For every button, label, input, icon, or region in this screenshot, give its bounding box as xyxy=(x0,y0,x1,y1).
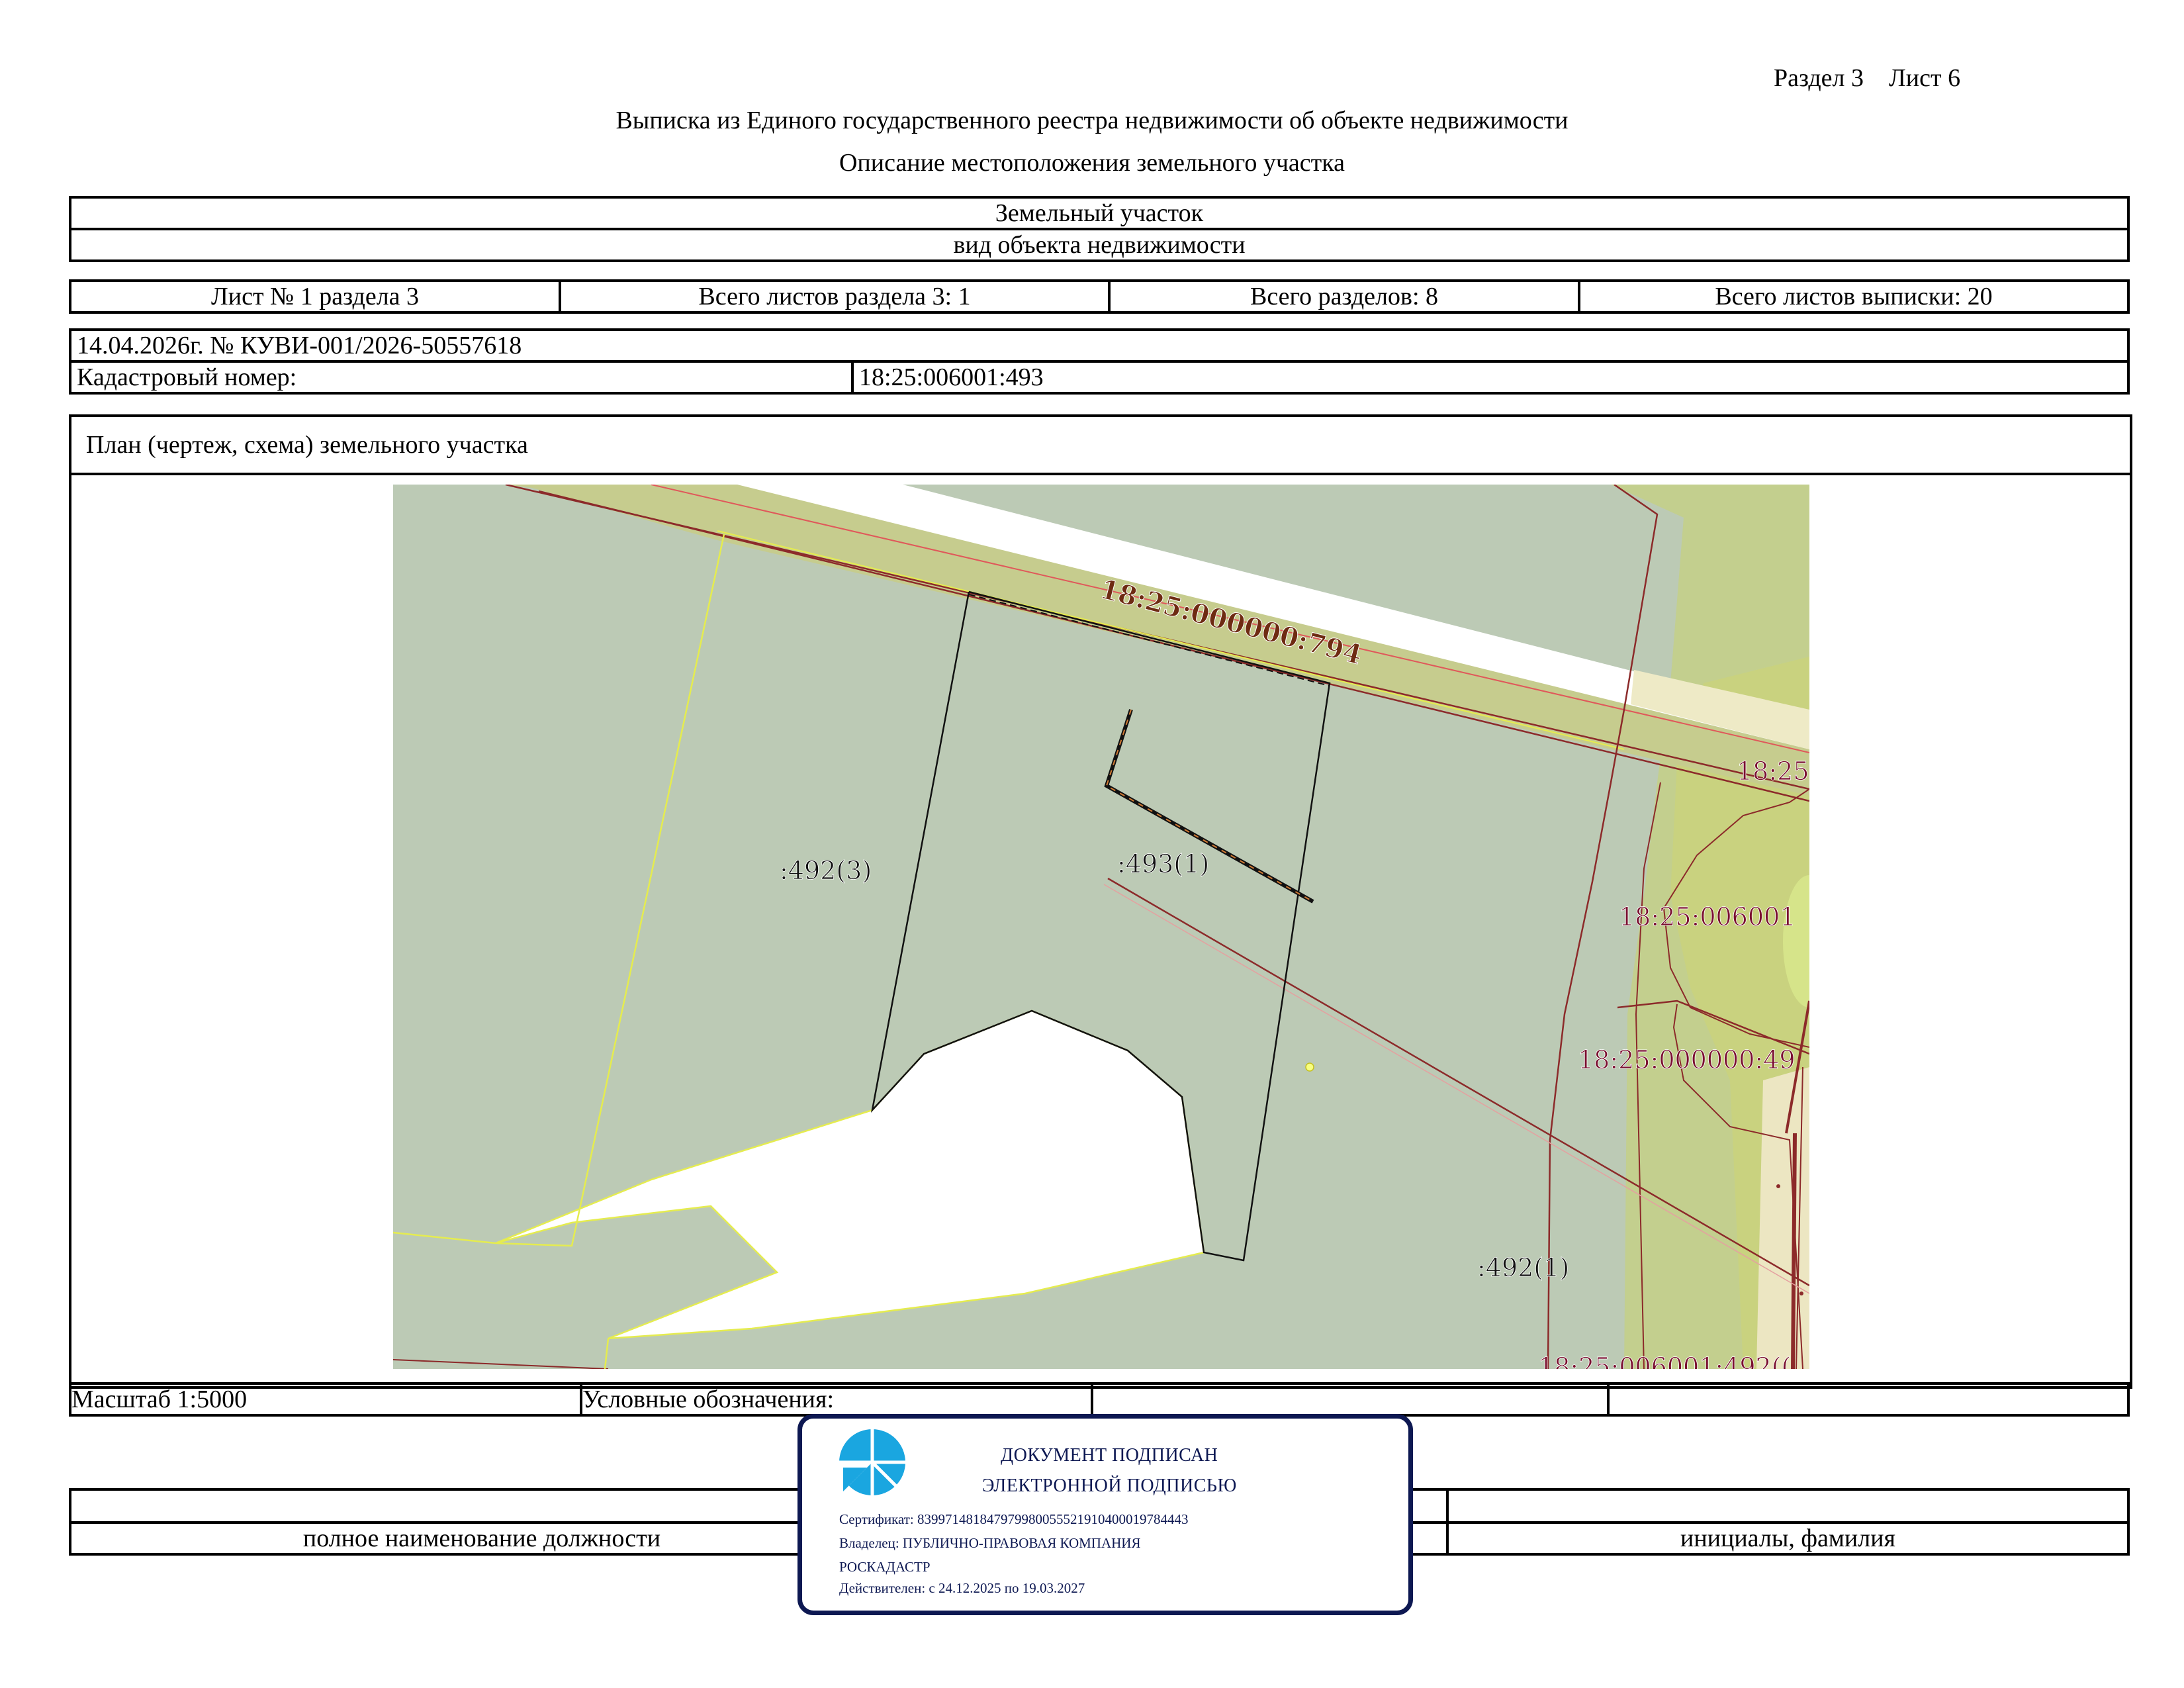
extract-sheets-count: Всего листов выписки: 20 xyxy=(1578,279,2130,314)
cadastral-map[interactable]: 18:25:000000:794 :492(3) :493(1) :492(1)… xyxy=(393,485,1809,1369)
stamp-validity: Действителен: с 24.12.2025 по 19.03.2027 xyxy=(839,1580,1085,1596)
cadastral-number-value: 18:25:006001:493 xyxy=(851,360,2130,395)
record-table: 14.04.2026г. № КУВИ-001/2026-50557618 Ка… xyxy=(69,328,2130,395)
roskadastr-logo-icon xyxy=(839,1429,905,1495)
initials-caption: инициалы, фамилия xyxy=(1446,1521,2130,1556)
section-sheet-label: Раздел 3 Лист 6 xyxy=(1774,64,2038,93)
right-006001-label: 18:25:006001 xyxy=(1619,902,1796,931)
stamp-owner: Владелец: ПУБЛИЧНО-ПРАВОВАЯ КОМПАНИЯ xyxy=(839,1535,1141,1551)
extract-date-number: 14.04.2026г. № КУВИ-001/2026-50557618 xyxy=(69,328,2130,363)
document-title: Выписка из Единого государственного реес… xyxy=(615,107,1569,134)
sheet-number: Лист № 1 раздела 3 xyxy=(69,279,561,314)
object-type-table: Земельный участок вид объекта недвижимос… xyxy=(69,196,2130,262)
right-000000-label: 18:25:000000:49 xyxy=(1578,1045,1796,1074)
legend-label: Условные обозначения: xyxy=(580,1382,1093,1417)
legend-cell-2 xyxy=(1607,1382,2130,1417)
sheet-label: Лист 6 xyxy=(1889,64,1961,92)
object-type-value: Земельный участок xyxy=(69,196,2130,230)
parcel-492-1-label: :492(1) xyxy=(1477,1253,1569,1282)
section-sheets-count: Всего листов раздела 3: 1 xyxy=(559,279,1111,314)
sections-total: Всего разделов: 8 xyxy=(1108,279,1580,314)
cadastral-number-label: Кадастровый номер: xyxy=(69,360,854,395)
right-25-label: 18:25 xyxy=(1737,757,1809,786)
document-subtitle: Описание местоположения земельного участ… xyxy=(839,149,1345,177)
position-caption: полное наименование должности xyxy=(302,1524,661,1552)
bottom-492-label: 18:25:006001:492(( xyxy=(1538,1352,1791,1369)
scale-label: Масштаб 1:5000 xyxy=(69,1382,582,1417)
legend-cell-1 xyxy=(1091,1382,1610,1417)
parcel-492-3-label: :492(3) xyxy=(780,856,872,885)
stamp-certificate: Сертификат: 8399714818479799800555219104… xyxy=(839,1511,1189,1527)
section-label: Раздел 3 xyxy=(1774,64,1864,92)
plan-heading-row: План (чертеж, схема) земельного участка xyxy=(71,417,2130,475)
object-type-caption: вид объекта недвижимости xyxy=(69,228,2130,262)
parcel-493-1-label: :493(1) xyxy=(1117,849,1209,878)
plan-heading: План (чертеж, схема) земельного участка xyxy=(86,431,528,459)
e-signature-stamp: ДОКУМЕНТ ПОДПИСАН ЭЛЕКТРОННОЙ ПОДПИСЬЮ С… xyxy=(797,1414,1413,1615)
stamp-line-1: ДОКУМЕНТ ПОДПИСАН xyxy=(1001,1445,1218,1466)
plan-box: План (чертеж, схема) земельного участка xyxy=(69,414,2132,1389)
scale-legend-table: Масштаб 1:5000 Условные обозначения: xyxy=(69,1382,2130,1417)
stamp-owner-2: РОСКАДАСТР xyxy=(839,1559,931,1575)
sheets-table: Лист № 1 раздела 3 Всего листов раздела … xyxy=(69,279,2130,314)
stamp-line-2: ЭЛЕКТРОННОЙ ПОДПИСЬЮ xyxy=(982,1476,1237,1496)
initials-value xyxy=(1446,1488,2130,1524)
